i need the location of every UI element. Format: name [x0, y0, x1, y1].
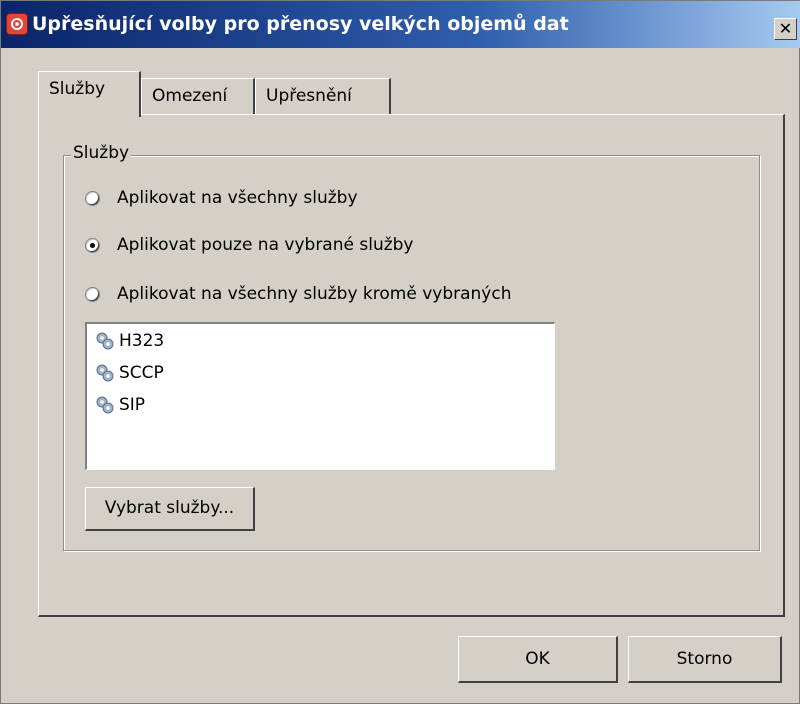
list-item[interactable]: SIP [93, 392, 145, 418]
list-item-label: SIP [119, 395, 146, 415]
close-button[interactable]: ✕ [774, 18, 797, 40]
tab-omezeni[interactable]: Omezení [141, 78, 255, 114]
radio-label: Aplikovat pouze na vybrané služby [117, 235, 414, 255]
list-item[interactable]: H323 [93, 328, 164, 354]
radio-button[interactable] [85, 190, 100, 206]
gear-icon [96, 332, 114, 350]
app-icon [6, 13, 28, 35]
tab-label: Upřesnění [266, 86, 352, 106]
groupbox-title: Služby [71, 143, 132, 163]
radio-all-services[interactable]: Aplikovat na všechny služby [85, 185, 358, 211]
radio-dot [90, 242, 95, 248]
cancel-button[interactable]: Storno [628, 636, 782, 683]
services-list[interactable]: H323 SCCP SIP [85, 322, 555, 470]
tab-label: Omezení [152, 86, 228, 106]
dialog-title: Upřesňující volby pro přenosy velkých ob… [32, 13, 569, 35]
tab-upresneni[interactable]: Upřesnění [255, 78, 391, 114]
radio-button[interactable] [85, 286, 100, 302]
radio-label: Aplikovat na všechny služby kromě vybran… [117, 284, 512, 304]
list-item-label: SCCP [119, 363, 164, 383]
radio-label: Aplikovat na všechny služby [117, 188, 358, 208]
dialog-window: Upřesňující volby pro přenosy velkých ob… [0, 0, 800, 704]
list-item[interactable]: SCCP [93, 360, 164, 386]
ok-button[interactable]: OK [458, 636, 618, 683]
select-services-button[interactable]: Vybrat služby... [85, 487, 255, 531]
radio-selected-services[interactable]: Aplikovat pouze na vybrané služby [85, 232, 414, 258]
title-bar[interactable]: Upřesňující volby pro přenosy velkých ob… [1, 1, 800, 48]
list-item-label: H323 [119, 331, 165, 351]
tab-sluzby[interactable]: Služby [38, 71, 141, 117]
gear-icon [96, 396, 114, 414]
radio-all-except-selected[interactable]: Aplikovat na všechny služby kromě vybran… [85, 281, 511, 307]
gear-icon [96, 364, 114, 382]
tab-label: Služby [49, 79, 106, 99]
radio-button[interactable] [85, 237, 100, 253]
